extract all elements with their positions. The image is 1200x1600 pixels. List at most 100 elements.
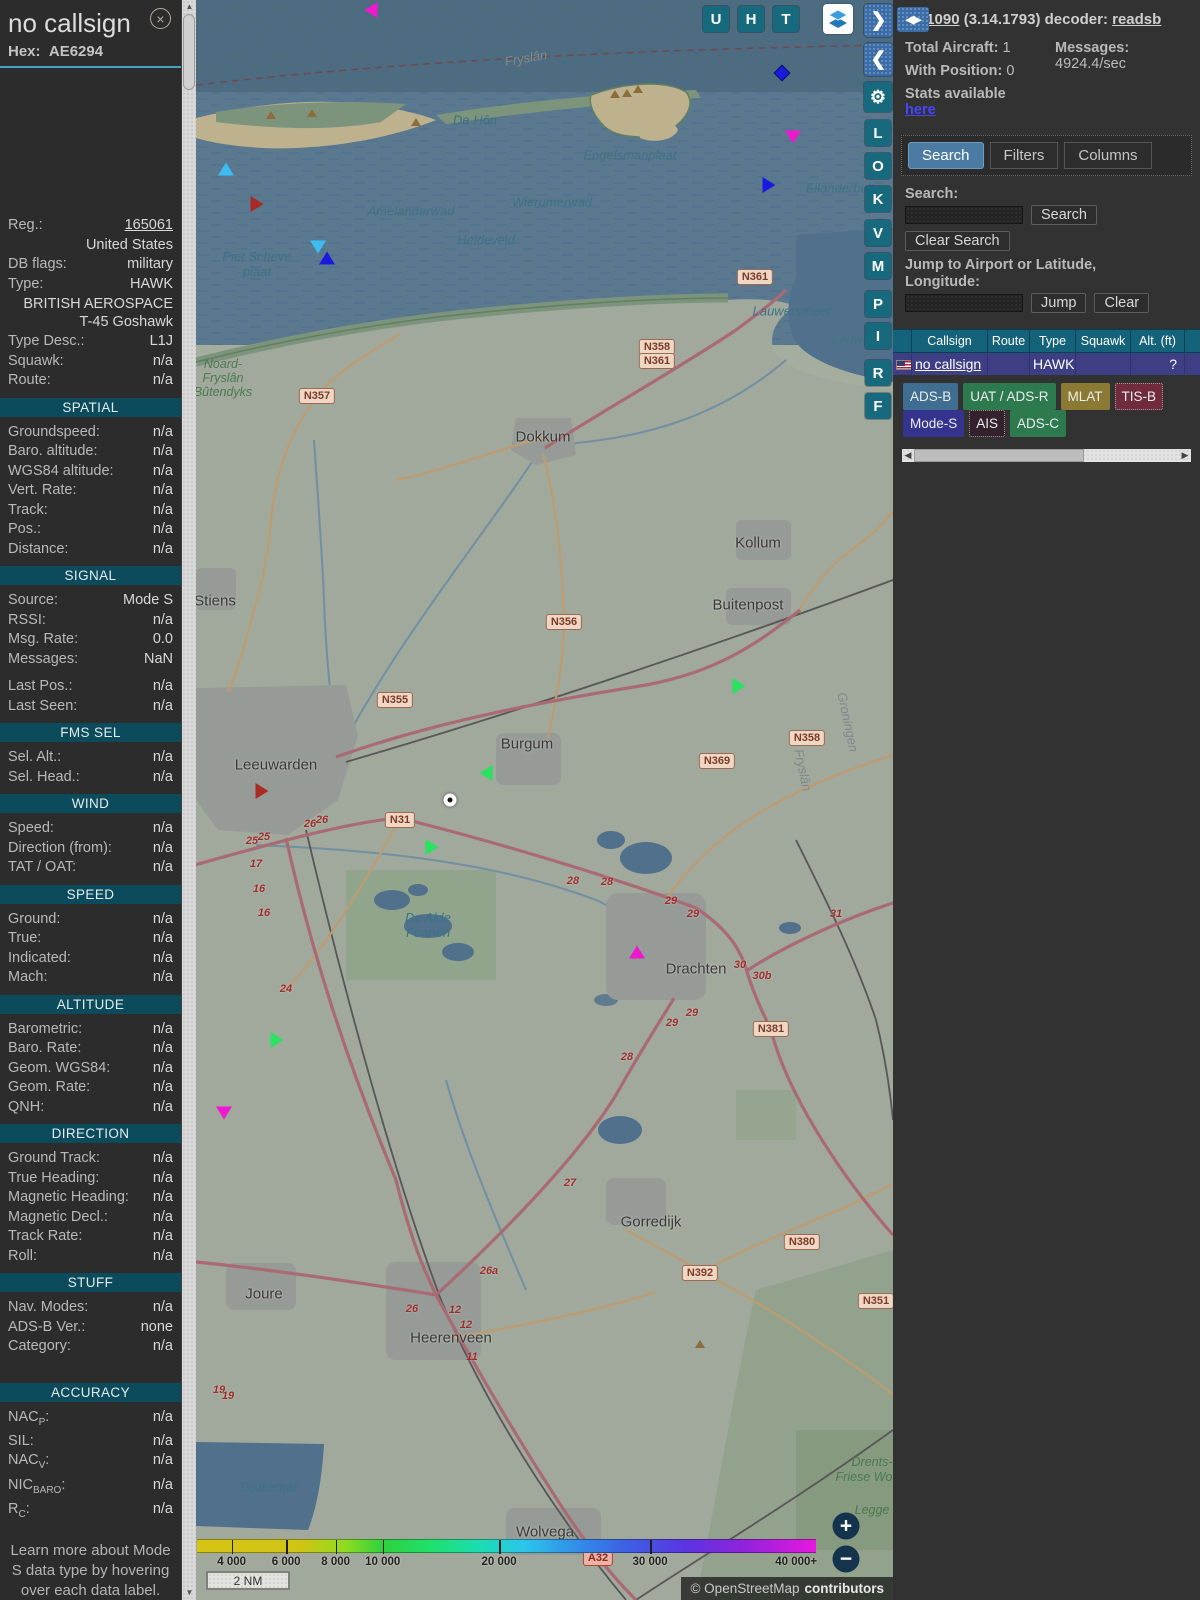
tab-columns[interactable]: Columns: [1064, 142, 1152, 169]
search-section: Search: Search Clear Search Jump to Airp…: [893, 176, 1200, 314]
aircraft-marker[interactable]: [629, 945, 645, 959]
data-row: Indicated: n/a: [0, 949, 181, 969]
section-header-altitude: ALTITUDE: [0, 994, 181, 1014]
map-attribution: © OpenStreetMap contributors: [681, 1577, 893, 1600]
colorbar-tick: [382, 1540, 385, 1554]
column-header-Alt. (ft)[interactable]: Alt. (ft): [1131, 329, 1185, 354]
data-row-value: NaN: [143, 650, 173, 667]
expand-panel-button[interactable]: ❯: [864, 4, 893, 37]
map-button-v[interactable]: V: [865, 220, 891, 246]
colorbar-tick: [650, 1540, 652, 1554]
selected-aircraft-marker[interactable]: [443, 793, 457, 807]
aircraft-marker[interactable]: [250, 196, 264, 212]
sidebar-scrollbar[interactable]: ▲ ▼: [181, 0, 196, 1600]
zoom-in-button[interactable]: +: [832, 1512, 860, 1540]
aircraft-marker[interactable]: [425, 839, 439, 855]
route-node-number: 16: [252, 883, 266, 895]
aircraft-info-rows: Reg.: 165061 United States DB flags: militar…: [0, 216, 181, 294]
jump-input[interactable]: [905, 294, 1023, 313]
search-input[interactable]: [905, 206, 1023, 224]
map-button-o[interactable]: O: [865, 153, 891, 179]
search-button[interactable]: Search: [1031, 205, 1097, 225]
close-icon[interactable]: ×: [150, 8, 171, 29]
squawk-cell[interactable]: [1076, 353, 1131, 376]
data-row-label: Baro. Rate:: [8, 1040, 82, 1056]
aircraft-marker[interactable]: [785, 130, 801, 144]
column-header-flag[interactable]: [893, 329, 912, 354]
aircraft-marker[interactable]: [255, 783, 269, 799]
data-row-label: Groundspeed:: [8, 423, 100, 440]
map-button-m[interactable]: M: [865, 253, 891, 279]
attribution-contributors[interactable]: contributors: [805, 1581, 885, 1596]
map-button-t[interactable]: T: [773, 6, 799, 32]
route-node-number: 26a: [479, 1265, 499, 1277]
chevron-left-icon: ❮: [870, 49, 887, 70]
data-row-label: Source:: [8, 592, 58, 608]
scroll-up-icon[interactable]: ▲: [182, 1, 197, 13]
map-button-k[interactable]: K: [865, 186, 891, 212]
map-button-u[interactable]: U: [703, 6, 729, 32]
hex-code: Hex: AE6294: [8, 43, 104, 60]
flag-cell[interactable]: [893, 353, 912, 376]
map[interactable]: Fryslân De Hôn Engelsmanplaat Eilanderbult A…: [196, 0, 893, 1600]
data-row-label: Barometric:: [8, 1020, 83, 1037]
data-row: WGS84 altitude: n/a: [0, 462, 181, 482]
road-shield-n380: N380: [783, 1234, 821, 1250]
table-horizontal-scrollbar[interactable]: ◀ ▶: [902, 449, 1191, 463]
stats-here-link[interactable]: here: [905, 102, 936, 118]
collapse-panel-button[interactable]: ❮: [864, 43, 893, 76]
scroll-left-icon[interactable]: ◀: [902, 449, 914, 462]
map-button-h[interactable]: H: [738, 6, 764, 32]
tab-filters[interactable]: Filters: [989, 142, 1059, 169]
zoom-out-button[interactable]: −: [832, 1545, 860, 1573]
data-row: Messages: NaN: [0, 650, 181, 670]
altitude-cell[interactable]: ?: [1131, 353, 1185, 376]
column-header-Callsign[interactable]: Callsign: [912, 329, 988, 354]
layers-button[interactable]: [823, 4, 853, 34]
aircraft-marker[interactable]: [216, 1106, 232, 1120]
scrollbar-thumb[interactable]: [183, 14, 195, 90]
jump-button[interactable]: Jump: [1031, 293, 1087, 314]
scroll-right-icon[interactable]: ▶: [1179, 449, 1191, 462]
readsb-link[interactable]: readsb: [1112, 11, 1161, 28]
callsign-link[interactable]: no callsign: [915, 356, 981, 372]
column-header-Squawk[interactable]: Squawk: [1076, 329, 1131, 354]
data-row-value: n/a: [152, 501, 173, 518]
aircraft-marker[interactable]: [732, 678, 746, 694]
settings-button[interactable]: ⚙: [864, 82, 892, 112]
column-header-Route[interactable]: Route: [988, 329, 1030, 354]
data-row: Ground: n/a: [0, 910, 181, 930]
aircraft-marker[interactable]: [762, 177, 776, 193]
map-button-r[interactable]: R: [865, 360, 891, 386]
aircraft-marker[interactable]: [364, 2, 378, 18]
route-cell[interactable]: [988, 353, 1030, 376]
map-button-f[interactable]: F: [865, 393, 891, 419]
tab-search[interactable]: Search: [908, 142, 984, 169]
data-row-value[interactable]: 165061: [125, 217, 173, 235]
data-row: Track: n/a: [0, 501, 181, 521]
route-node-number: 30: [733, 959, 747, 971]
aircraft-marker[interactable]: [218, 162, 234, 176]
hscroll-thumb[interactable]: [914, 449, 1084, 463]
map-button-l[interactable]: L: [865, 120, 891, 146]
map-button-i[interactable]: I: [865, 323, 891, 349]
callsign-cell[interactable]: no callsign: [912, 353, 988, 376]
map-button-p[interactable]: P: [865, 291, 891, 317]
speed-cell[interactable]: [1185, 353, 1200, 376]
data-row-value: n/a: [152, 482, 173, 498]
data-row-label: Roll:: [8, 1247, 38, 1264]
aircraft-marker[interactable]: [270, 1032, 284, 1048]
data-row-label: Last Seen:: [8, 697, 78, 714]
type-cell[interactable]: HAWK: [1030, 353, 1076, 376]
column-header-Spe[interactable]: Spe: [1185, 329, 1200, 354]
aircraft-marker[interactable]: [319, 251, 335, 265]
selected-aircraft-panel: no callsign × Hex: AE6294 Reg.: 165061 Uni…: [0, 0, 181, 1600]
scroll-down-icon[interactable]: ▼: [182, 1587, 197, 1599]
aircraft-marker[interactable]: [479, 765, 493, 781]
route-node-number: 28: [600, 876, 614, 888]
column-header-Type[interactable]: Type: [1030, 329, 1076, 354]
clear-search-button[interactable]: Clear Search: [905, 231, 1010, 251]
panel-toggle-button[interactable]: ◀▶: [897, 7, 929, 32]
aircraft-table-row[interactable]: no callsign HAWK?: [893, 353, 1200, 376]
clear-jump-button[interactable]: Clear: [1094, 293, 1150, 314]
